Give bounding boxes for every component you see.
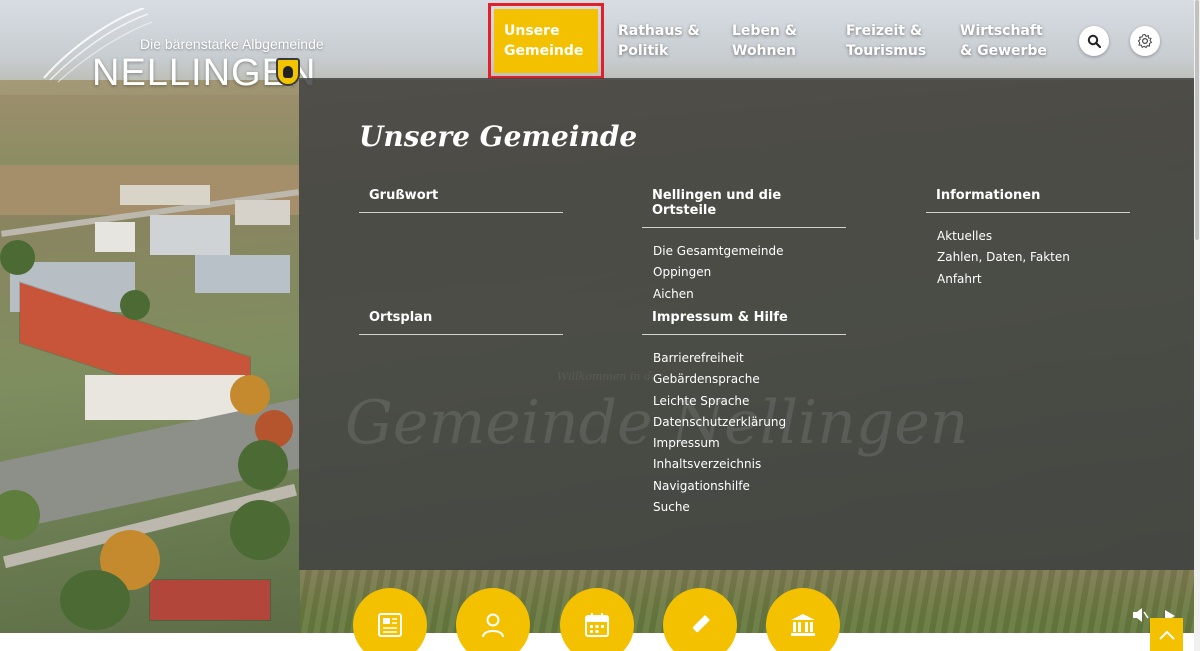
menu-heading-ortsplan[interactable]: Ortsplan <box>359 310 563 335</box>
menu-links-ortsteile: Die Gesamtgemeinde Oppingen Aichen <box>642 228 846 305</box>
warehouse-wall <box>85 375 245 420</box>
mega-menu-panel: Willkommen in der Gemeinde Nellingen Uns… <box>299 78 1194 570</box>
nav-item-freizeit-tourismus[interactable]: Freizeit & Tourismus <box>830 5 944 77</box>
menu-group-informationen: Informationen Aktuelles Zahlen, Daten, F… <box>926 188 1130 290</box>
pencil-icon <box>691 615 710 634</box>
coat-of-arms-icon <box>276 58 300 86</box>
menu-heading-grusswort[interactable]: Grußwort <box>359 188 563 213</box>
menu-link-anfahrt[interactable]: Anfahrt <box>937 269 1130 290</box>
menu-link-leichte-sprache[interactable]: Leichte Sprache <box>653 391 846 412</box>
tree <box>60 570 130 630</box>
mute-button[interactable] <box>1131 607 1149 627</box>
scrollbar-thumb[interactable] <box>1195 0 1199 240</box>
menu-link-navigationshilfe[interactable]: Navigationshilfe <box>653 476 846 497</box>
building <box>195 255 290 293</box>
nav-item-label-line2: Gemeinde <box>504 43 584 59</box>
speaker-icon <box>1133 608 1149 622</box>
nav-item-label-line2: & Gewerbe <box>960 43 1047 59</box>
menu-link-datenschutz[interactable]: Datenschutzerklärung <box>653 412 846 433</box>
menu-link-aktuelles[interactable]: Aktuelles <box>937 226 1130 247</box>
town-hall-icon <box>791 614 815 636</box>
scrollbar[interactable] <box>1194 0 1200 651</box>
menu-group-impressum-hilfe: Impressum & Hilfe Barrierefreiheit Gebär… <box>642 310 846 518</box>
menu-link-gesamtgemeinde[interactable]: Die Gesamtgemeinde <box>653 241 846 262</box>
menu-heading-informationen[interactable]: Informationen <box>926 188 1130 213</box>
nav-item-unsere-gemeinde[interactable]: Unsere Gemeinde <box>488 3 604 79</box>
building-roof <box>150 580 270 620</box>
nav-item-label-line2: Wohnen <box>732 43 796 59</box>
menu-group-ortsplan: Ortsplan <box>359 310 563 335</box>
settings-button[interactable] <box>1130 26 1160 56</box>
menu-link-zahlen-daten-fakten[interactable]: Zahlen, Daten, Fakten <box>937 247 1130 268</box>
nav-item-label-line2: Politik <box>618 43 669 59</box>
user-icon <box>482 613 504 638</box>
calendar-icon <box>585 613 609 637</box>
building <box>235 200 290 225</box>
logo-tagline: Die bärenstarke Albgemeinde <box>140 36 324 52</box>
back-to-top-button[interactable] <box>1150 618 1183 651</box>
nav-item-label-line1: Rathaus & <box>618 23 700 39</box>
nav-item-label-line1: Leben & <box>732 23 797 39</box>
menu-heading-impressum-hilfe[interactable]: Impressum & Hilfe <box>642 310 846 335</box>
main-navigation: Unsere Gemeinde Rathaus & Politik Leben … <box>488 3 1058 79</box>
menu-links-impressum-hilfe: Barrierefreiheit Gebärdensprache Leichte… <box>642 335 846 518</box>
nav-item-leben-wohnen[interactable]: Leben & Wohnen <box>716 5 830 77</box>
field-area <box>0 95 300 165</box>
nav-item-rathaus-politik[interactable]: Rathaus & Politik <box>602 5 716 77</box>
tree <box>0 240 35 275</box>
menu-link-aichen[interactable]: Aichen <box>653 284 846 305</box>
building <box>120 185 210 205</box>
menu-heading-ortsteile[interactable]: Nellingen und die Ortsteile <box>642 188 846 228</box>
nav-item-wirtschaft-gewerbe[interactable]: Wirtschaft & Gewerbe <box>944 5 1058 77</box>
mega-menu-title: Unsere Gemeinde <box>359 120 638 153</box>
menu-link-impressum[interactable]: Impressum <box>653 433 846 454</box>
menu-link-oppingen[interactable]: Oppingen <box>653 262 846 283</box>
search-icon <box>1087 34 1101 48</box>
nav-item-label-line2: Tourismus <box>846 43 927 59</box>
menu-links-informationen: Aktuelles Zahlen, Daten, Fakten Anfahrt <box>926 213 1130 290</box>
nav-item-label-line1: Freizeit & <box>846 23 923 39</box>
menu-group-ortsteile: Nellingen und die Ortsteile Die Gesamtge… <box>642 188 846 305</box>
menu-group-grusswort: Grußwort <box>359 188 563 213</box>
menu-link-barrierefreiheit[interactable]: Barrierefreiheit <box>653 348 846 369</box>
nav-item-label-line1: Wirtschaft <box>960 23 1043 39</box>
building <box>95 222 135 252</box>
menu-link-inhaltsverzeichnis[interactable]: Inhaltsverzeichnis <box>653 454 846 475</box>
tree <box>238 440 288 490</box>
tree <box>230 500 290 560</box>
search-button[interactable] <box>1079 26 1109 56</box>
building <box>150 215 230 255</box>
tree <box>120 290 150 320</box>
nav-item-label-line1: Unsere <box>504 23 560 39</box>
gear-icon <box>1137 33 1153 49</box>
menu-link-gebaerdensprache[interactable]: Gebärdensprache <box>653 369 846 390</box>
newspaper-icon <box>378 613 402 637</box>
chevron-up-icon <box>1158 630 1175 640</box>
site-logo[interactable]: Die bärenstarke Albgemeinde NELLINGEN <box>40 8 324 94</box>
tree <box>230 375 270 415</box>
menu-link-suche[interactable]: Suche <box>653 497 846 518</box>
